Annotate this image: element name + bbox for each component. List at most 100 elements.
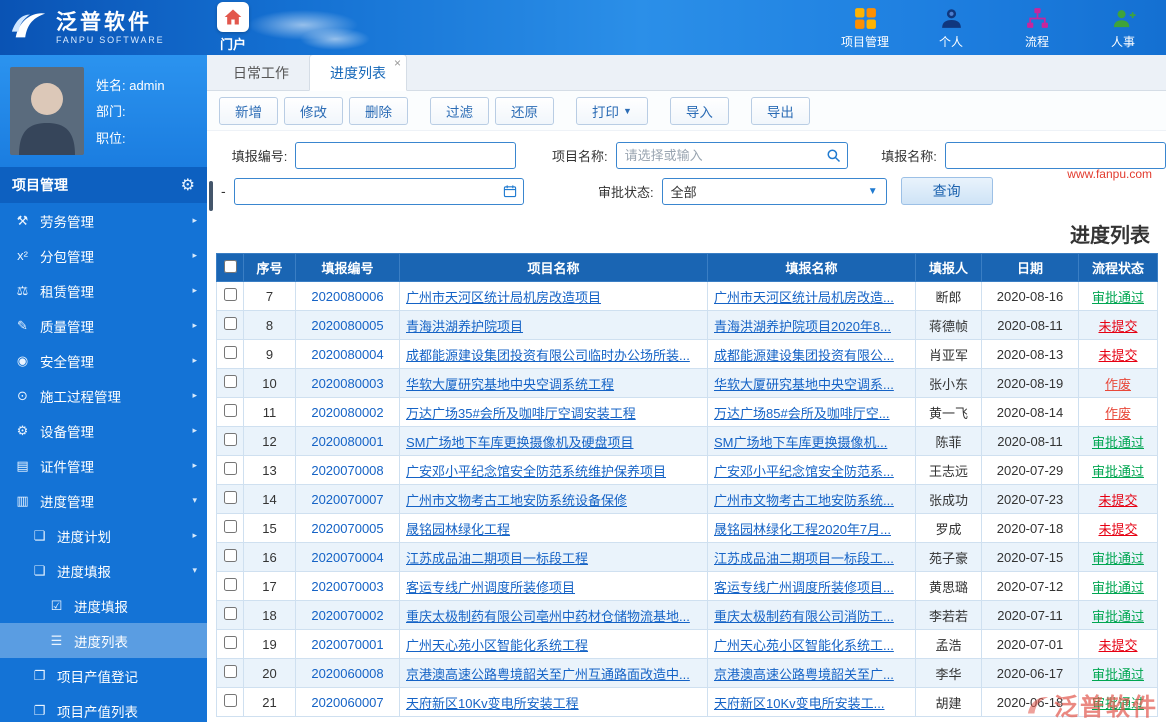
- row-checkbox[interactable]: [223, 462, 237, 475]
- row-project-link[interactable]: 广州市天河区统计局机房改造项目: [406, 290, 601, 305]
- row-report-no-link[interactable]: 2020070007: [311, 492, 383, 507]
- row-project-link[interactable]: 华软大厦研究基地中央空调系统工程: [406, 377, 614, 392]
- row-project-link[interactable]: 晟铭园林绿化工程: [406, 522, 510, 537]
- row-report-name-link[interactable]: SM广场地下车库更换摄像机...: [714, 435, 887, 450]
- approval-status-select[interactable]: 全部 ▼: [661, 177, 887, 205]
- sidebar-menu-item[interactable]: ◉ 安全管理 ▸: [0, 343, 207, 378]
- toolbar-button[interactable]: 导出: [750, 96, 810, 125]
- row-project-link[interactable]: SM广场地下车库更换摄像机及硬盘项目: [406, 435, 634, 450]
- sidebar-menu-item[interactable]: ▤ 证件管理 ▸: [0, 448, 207, 483]
- row-report-name-link[interactable]: 华软大厦研究基地中央空调系...: [714, 377, 894, 392]
- nav-hr[interactable]: 人事: [1096, 5, 1150, 50]
- date-input[interactable]: [233, 177, 524, 205]
- search-icon[interactable]: [826, 148, 841, 163]
- row-status[interactable]: 未提交: [1098, 638, 1137, 653]
- row-checkbox[interactable]: [223, 607, 237, 620]
- row-checkbox[interactable]: [223, 317, 237, 330]
- row-checkbox[interactable]: [223, 404, 237, 417]
- panel-resize-handle[interactable]: [209, 181, 213, 211]
- row-report-no-link[interactable]: 2020070004: [311, 550, 383, 565]
- sidebar-menu-item[interactable]: ⚒ 劳务管理 ▸: [0, 203, 207, 238]
- row-checkbox[interactable]: [223, 636, 237, 649]
- row-project-link[interactable]: 青海洪湖养护院项目: [406, 319, 523, 334]
- nav-workflow[interactable]: 流程: [1010, 5, 1064, 50]
- gear-icon[interactable]: ⚙: [181, 175, 195, 195]
- nav-project-management[interactable]: 项目管理: [838, 5, 892, 50]
- row-checkbox[interactable]: [223, 549, 237, 562]
- sidebar-menu-item[interactable]: ⚖ 租赁管理 ▸: [0, 273, 207, 308]
- row-status[interactable]: 审批通过: [1092, 435, 1144, 450]
- row-checkbox[interactable]: [223, 433, 237, 446]
- sidebar-menu-item[interactable]: x² 分包管理 ▸: [0, 238, 207, 273]
- sidebar-menu-item[interactable]: ⚙ 设备管理 ▸: [0, 413, 207, 448]
- toolbar-button[interactable]: 新增: [219, 96, 278, 125]
- row-report-name-link[interactable]: 广州市天河区统计局机房改造...: [714, 290, 894, 305]
- row-report-no-link[interactable]: 2020060007: [311, 695, 383, 710]
- row-checkbox[interactable]: [223, 665, 237, 678]
- row-status[interactable]: 作废: [1105, 377, 1131, 392]
- toolbar-button[interactable]: 删除: [349, 96, 408, 125]
- row-checkbox[interactable]: [223, 520, 237, 533]
- row-status[interactable]: 未提交: [1098, 522, 1137, 537]
- tab-progress-list[interactable]: 进度列表 ×: [309, 55, 407, 91]
- row-status[interactable]: 审批通过: [1092, 551, 1144, 566]
- query-button[interactable]: 查询: [900, 177, 993, 205]
- sidebar-menu-item[interactable]: ✎ 质量管理 ▸: [0, 308, 207, 343]
- nav-personal[interactable]: 个人: [924, 5, 978, 50]
- row-report-name-link[interactable]: 晟铭园林绿化工程2020年7月...: [714, 522, 891, 537]
- row-status[interactable]: 审批通过: [1092, 290, 1144, 305]
- row-status[interactable]: 未提交: [1098, 493, 1137, 508]
- row-status[interactable]: 审批通过: [1092, 696, 1144, 711]
- row-project-link[interactable]: 客运专线广州调度所装修项目: [406, 580, 575, 595]
- toolbar-button[interactable]: 修改: [284, 96, 343, 125]
- sidebar-menu-item[interactable]: ❐ 项目产值登记: [0, 658, 207, 693]
- tab-daily-work[interactable]: 日常工作: [213, 55, 309, 90]
- row-status[interactable]: 审批通过: [1092, 464, 1144, 479]
- row-report-name-link[interactable]: 广州市文物考古工地安防系统...: [714, 493, 894, 508]
- row-report-name-link[interactable]: 万达广场85#会所及咖啡厅空...: [714, 406, 890, 421]
- row-report-name-link[interactable]: 客运专线广州调度所装修项目...: [714, 580, 894, 595]
- row-report-no-link[interactable]: 2020070002: [311, 608, 383, 623]
- row-project-link[interactable]: 成都能源建设集团投资有限公司临时办公场所装...: [406, 348, 690, 363]
- row-report-no-link[interactable]: 2020080003: [311, 376, 383, 391]
- row-checkbox[interactable]: [223, 694, 237, 707]
- row-status[interactable]: 未提交: [1098, 348, 1137, 363]
- row-report-name-link[interactable]: 江苏成品油二期项目一标段工...: [714, 551, 894, 566]
- row-project-link[interactable]: 天府新区10Kv变电所安装工程: [406, 696, 579, 711]
- sidebar-menu-item[interactable]: ▥ 进度管理 ▾: [0, 483, 207, 518]
- sidebar-menu-item[interactable]: ❐ 项目产值列表: [0, 693, 207, 722]
- sidebar-menu-item[interactable]: ☰ 进度列表: [0, 623, 207, 658]
- row-report-no-link[interactable]: 2020060008: [311, 666, 383, 681]
- row-report-name-link[interactable]: 重庆太极制药有限公司消防工...: [714, 609, 894, 624]
- toolbar-button[interactable]: 导入: [669, 96, 729, 125]
- row-project-link[interactable]: 京港澳高速公路粤境韶关至广州互通路面改造中...: [406, 667, 690, 682]
- row-checkbox[interactable]: [223, 288, 237, 301]
- row-report-no-link[interactable]: 2020080001: [311, 434, 383, 449]
- sidebar-menu-item[interactable]: ❏ 进度填报 ▾: [0, 553, 207, 588]
- row-checkbox[interactable]: [223, 491, 237, 504]
- row-project-link[interactable]: 广州天心苑小区智能化系统工程: [406, 638, 588, 653]
- select-all-checkbox[interactable]: [223, 259, 237, 273]
- row-report-name-link[interactable]: 成都能源建设集团投资有限公...: [714, 348, 894, 363]
- row-project-link[interactable]: 广安邓小平纪念馆安全防范系统维护保养项目: [406, 464, 666, 479]
- row-status[interactable]: 审批通过: [1092, 609, 1144, 624]
- row-project-link[interactable]: 重庆太极制药有限公司亳州中药材仓储物流基地...: [406, 609, 690, 624]
- row-project-link[interactable]: 江苏成品油二期项目一标段工程: [406, 551, 588, 566]
- sidebar-menu-item[interactable]: ⊙ 施工过程管理 ▸: [0, 378, 207, 413]
- row-report-no-link[interactable]: 2020080004: [311, 347, 383, 362]
- row-checkbox[interactable]: [223, 578, 237, 591]
- close-icon[interactable]: ×: [394, 57, 401, 69]
- project-name-input[interactable]: [615, 141, 848, 169]
- sidebar-menu-item[interactable]: ☑ 进度填报: [0, 588, 207, 623]
- row-report-name-link[interactable]: 广州天心苑小区智能化系统工...: [714, 638, 894, 653]
- row-report-name-link[interactable]: 青海洪湖养护院项目2020年8...: [714, 319, 891, 334]
- portal-button[interactable]: 门户: [217, 2, 249, 53]
- row-project-link[interactable]: 万达广场35#会所及咖啡厅空调安装工程: [406, 406, 636, 421]
- row-report-no-link[interactable]: 2020080005: [311, 318, 383, 333]
- row-checkbox[interactable]: [223, 346, 237, 359]
- row-report-no-link[interactable]: 2020070008: [311, 463, 383, 478]
- row-report-name-link[interactable]: 天府新区10Kv变电所安装工...: [714, 696, 884, 711]
- report-name-input[interactable]: [944, 141, 1166, 169]
- row-checkbox[interactable]: [223, 375, 237, 388]
- row-report-no-link[interactable]: 2020080006: [311, 289, 383, 304]
